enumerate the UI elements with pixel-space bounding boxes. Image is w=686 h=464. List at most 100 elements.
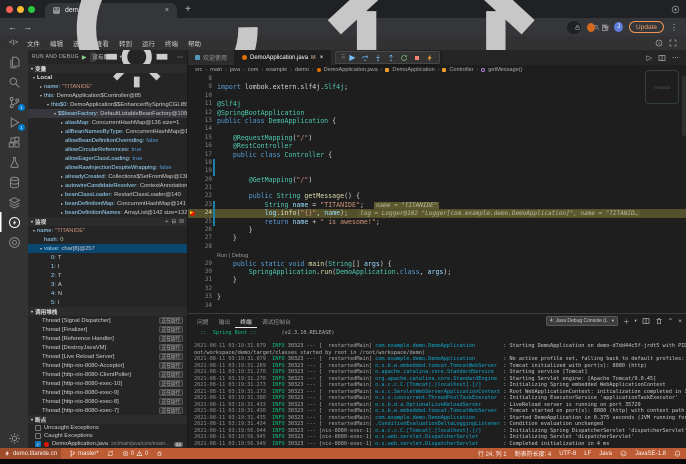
- maximize-panel-icon[interactable]: ⌃: [668, 317, 673, 325]
- variable-row[interactable]: hash:0: [28, 235, 187, 244]
- gutter[interactable]: [188, 302, 196, 310]
- menu-item[interactable]: 文件: [22, 41, 45, 48]
- menu-item[interactable]: 编辑: [45, 41, 68, 48]
- breadcrumb-item[interactable]: demo: [295, 67, 309, 73]
- gutter[interactable]: [188, 192, 196, 200]
- variable-row[interactable]: ▾Local: [28, 73, 187, 82]
- code-line[interactable]: 32: [188, 285, 686, 293]
- gutter[interactable]: [188, 125, 196, 133]
- activity-item-layers[interactable]: [0, 192, 28, 212]
- variable-row[interactable]: 4:N: [28, 289, 187, 298]
- extension-avatar-icon[interactable]: [587, 23, 595, 32]
- terminal-select[interactable]: 4: Java Debug Console (L ▾: [546, 316, 618, 326]
- gutter[interactable]: [188, 260, 196, 268]
- code-line[interactable]: 15 @RequestMapping("/"): [188, 134, 686, 142]
- breadcrumb-item[interactable]: getMessage(): [488, 67, 522, 73]
- gutter[interactable]: [188, 167, 196, 175]
- gutter[interactable]: [188, 201, 196, 209]
- callstack-section-header[interactable]: ▾ 调用堆栈: [28, 307, 187, 316]
- code-line[interactable]: 8: [188, 75, 686, 83]
- code-line[interactable]: 10: [188, 92, 686, 100]
- variable-row[interactable]: ▾name:"TITANIDE": [28, 226, 187, 235]
- code-line[interactable]: 34: [188, 302, 686, 310]
- editor-tab[interactable]: DemoApplication.javaM×: [235, 50, 331, 65]
- editor-more-icon[interactable]: ⋯: [672, 54, 679, 62]
- remove-all-icon[interactable]: ☒: [179, 219, 184, 225]
- panel-tab[interactable]: 调试控制台: [257, 314, 296, 328]
- variable-row[interactable]: allowEagerClassLoading:true: [28, 154, 187, 163]
- menu-item[interactable]: 运行: [137, 41, 160, 48]
- gutter[interactable]: [188, 109, 196, 117]
- code-line[interactable]: 26 }: [188, 226, 686, 234]
- menu-item[interactable]: 终端: [160, 41, 183, 48]
- breakpoint-checkbox[interactable]: ✓: [35, 441, 41, 447]
- browser-menu-icon[interactable]: ⋮: [670, 23, 678, 32]
- gutter[interactable]: [188, 218, 196, 226]
- gutter[interactable]: [188, 293, 196, 301]
- menu-item[interactable]: 查看: [91, 41, 114, 48]
- breakpoint-row[interactable]: Caught Exceptions: [28, 432, 187, 440]
- tab-size-indicator[interactable]: 制表符长度: 4: [515, 449, 552, 458]
- step-into-icon[interactable]: [374, 54, 382, 62]
- window-controls[interactable]: [6, 6, 35, 13]
- open-external-icon[interactable]: [669, 39, 677, 47]
- maximize-window-icon[interactable]: [28, 6, 35, 13]
- code-line[interactable]: 29 public static void main(String[] args…: [188, 260, 686, 268]
- gutter[interactable]: [188, 276, 196, 284]
- code-line[interactable]: 28: [188, 243, 686, 251]
- breakpoint-checkbox[interactable]: [35, 425, 41, 431]
- gutter[interactable]: [188, 159, 196, 167]
- gutter[interactable]: [188, 92, 196, 100]
- new-terminal-icon[interactable]: ＋: [623, 316, 630, 326]
- editor-tab[interactable]: 欢迎使用: [188, 50, 235, 65]
- problems-item[interactable]: 0 0: [122, 450, 149, 457]
- gutter[interactable]: [188, 100, 196, 108]
- debug-config-select[interactable]: 没有配置 ▾: [90, 52, 96, 62]
- code-line[interactable]: 12@SpringBootApplication: [188, 109, 686, 117]
- gutter[interactable]: [188, 83, 196, 91]
- breadcrumb-item[interactable]: com: [248, 67, 259, 73]
- variable-row[interactable]: 3:A: [28, 280, 187, 289]
- gutter[interactable]: [188, 268, 196, 276]
- variable-row[interactable]: ▸name:"TITANIDE": [28, 82, 187, 91]
- thread-row[interactable]: Thread [Live Reload Server]正在运行: [28, 352, 187, 361]
- gutter[interactable]: [188, 184, 196, 192]
- variable-row[interactable]: ▸autowireCandidateResolver:ContextAnnota…: [28, 181, 187, 190]
- breakpoints-section-header[interactable]: ▾ 断点: [28, 415, 187, 424]
- variable-row[interactable]: ▾$$beanFactory:DefaultListableBeanFactor…: [28, 109, 187, 118]
- thread-row[interactable]: Thread [Finalizer]正在运行: [28, 325, 187, 334]
- variable-row[interactable]: ▸alreadyCreated:Collections$SetFromMap@1…: [28, 172, 187, 181]
- panel-tab[interactable]: 终端: [235, 314, 257, 328]
- bell-icon[interactable]: [674, 450, 681, 457]
- code-line[interactable]: 14: [188, 125, 686, 133]
- code-line[interactable]: 27 }: [188, 234, 686, 242]
- code-line[interactable]: 17 public class Controller {: [188, 151, 686, 159]
- thread-row[interactable]: Thread [Reference Handler]正在运行: [28, 334, 187, 343]
- breakpoint-checkbox[interactable]: [35, 433, 41, 439]
- thread-row[interactable]: Thread [http-nio-8080-exec-7]正在运行: [28, 406, 187, 415]
- eol-indicator[interactable]: LF: [584, 451, 591, 457]
- panel-tab[interactable]: 问题: [192, 314, 214, 328]
- forward-icon[interactable]: →: [23, 23, 32, 32]
- restart-icon[interactable]: [400, 54, 408, 62]
- sync-icon[interactable]: [107, 450, 114, 457]
- breadcrumb-item[interactable]: DemoApplication.java: [324, 67, 378, 73]
- code-line[interactable]: 25 return name + " is awesome!";: [188, 218, 686, 226]
- profile-avatar[interactable]: J: [614, 22, 623, 32]
- chevron-down-icon[interactable]: ▾: [634, 318, 636, 324]
- variable-row[interactable]: 0:T: [28, 253, 187, 262]
- gutter[interactable]: [188, 285, 196, 293]
- encoding-indicator[interactable]: UTF-8: [559, 451, 576, 457]
- panel-tab[interactable]: 输出: [214, 314, 236, 328]
- activity-item-lightning[interactable]: [0, 212, 28, 232]
- variable-row[interactable]: ▾value:char[8]@257: [28, 244, 187, 253]
- code-editor[interactable]: 89import lombok.extern.slf4j.Slf4j;1011@…: [188, 75, 686, 313]
- activity-item-search[interactable]: [0, 72, 28, 92]
- code-line[interactable]: ▶24 log.info("{}", name);log = Logger@10…: [188, 209, 686, 217]
- code-line[interactable]: 20 @GetMapping("/"): [188, 176, 686, 184]
- hot-code-replace-icon[interactable]: [426, 54, 434, 62]
- thread-row[interactable]: Thread [http-nio-8080-ClientPoller]正在运行: [28, 370, 187, 379]
- cursor-position[interactable]: 行 24, 列 1: [478, 449, 507, 458]
- language-indicator[interactable]: Java: [599, 451, 612, 457]
- java-runtime-indicator[interactable]: JavaSE-1.8: [635, 451, 666, 457]
